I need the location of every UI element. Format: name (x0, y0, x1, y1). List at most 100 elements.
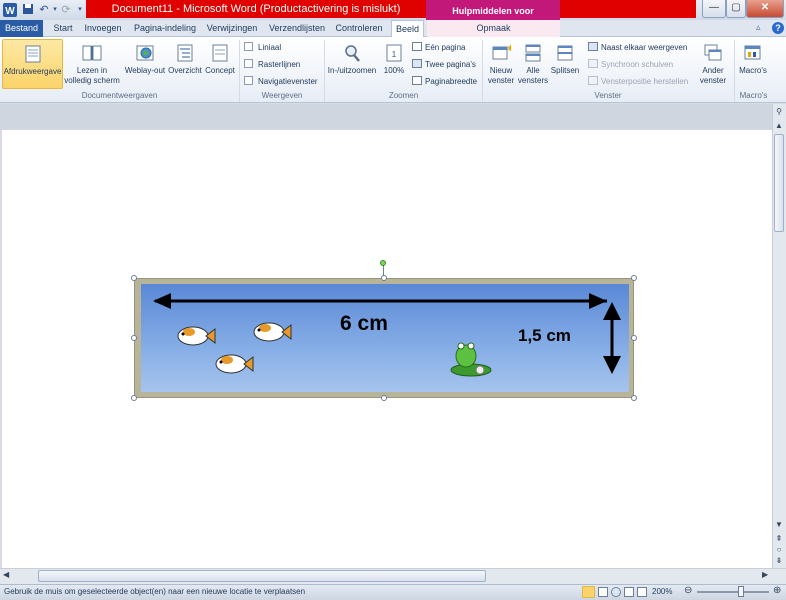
rotate-handle[interactable] (380, 260, 386, 266)
resize-handle-top[interactable] (381, 275, 387, 281)
resize-handle-bottom-left[interactable] (131, 395, 137, 401)
rasterlijnen-label: Rasterlijnen (258, 60, 301, 69)
nieuw-venster-label-2: venster (487, 76, 515, 85)
resize-handle-top-right[interactable] (631, 275, 637, 281)
navigatievenster-checkbox[interactable]: Navigatievenster (244, 76, 318, 87)
zoom-level[interactable]: 200% (652, 587, 672, 596)
minimize-button[interactable]: — (702, 0, 726, 18)
tab-verzendlijsten[interactable]: Verzendlijsten (267, 20, 327, 37)
magnifier-icon (345, 45, 360, 62)
scroll-up-icon[interactable]: ▲ (773, 120, 785, 132)
synchroon-label: Synchroon schuiven (601, 60, 674, 69)
splitsen-button[interactable]: Splitsen (549, 43, 581, 76)
word-logo-icon[interactable]: W (3, 3, 17, 17)
scroll-right-icon[interactable]: ▶ (762, 570, 768, 579)
full-screen-view-icon[interactable] (598, 587, 608, 597)
checkbox-box (244, 59, 253, 68)
weblay-out-label: Weblay-out (124, 66, 166, 75)
print-layout-view-icon[interactable] (582, 586, 595, 598)
svg-text:W: W (5, 6, 15, 17)
paginabreedte-label: Paginabreedte (425, 77, 478, 86)
zoom-out-icon[interactable]: ⊖ (684, 585, 692, 596)
ander-venster-button[interactable]: Ander venster (695, 43, 731, 86)
outline-view-icon[interactable] (624, 587, 634, 597)
tab-pagina-indeling[interactable]: Pagina-indeling (132, 20, 198, 37)
print-layout-icon (25, 45, 40, 63)
alle-vensters-label-2: vensters (517, 76, 549, 85)
splitsen-label: Splitsen (550, 66, 580, 75)
tab-bestand[interactable]: Bestand (0, 20, 43, 37)
lezen-volledig-scherm-button[interactable]: Lezen in volledig scherm (63, 43, 121, 86)
synchroon-schuiven-button[interactable]: Synchroon schuiven (588, 59, 673, 70)
macros-label: Macro's (739, 66, 767, 75)
ribbon-minimize-icon[interactable]: ▵ (756, 22, 761, 33)
liniaal-checkbox[interactable]: Liniaal (244, 42, 281, 53)
overzicht-label: Overzicht (168, 66, 202, 75)
tab-verwijzingen[interactable]: Verwijzingen (204, 20, 260, 37)
help-icon[interactable]: ? (772, 22, 784, 34)
scroll-down-icon[interactable]: ▼ (773, 519, 785, 531)
zoom-in-icon[interactable]: ⊕ (773, 585, 781, 596)
ruler-toggle-icon[interactable]: ⚲ (773, 106, 785, 118)
checkbox-box (244, 76, 253, 85)
concept-button[interactable]: Concept (203, 43, 237, 76)
group-label-weergeven: Weergeven (261, 91, 303, 100)
zoom-slider[interactable] (697, 591, 769, 593)
draft-view-icon[interactable] (637, 587, 647, 597)
afdrukweergave-button[interactable]: Afdrukweergave (2, 39, 63, 89)
status-message: Gebruik de muis om geselecteerde object(… (4, 587, 306, 596)
save-icon[interactable] (21, 3, 35, 17)
in-uitzoomen-button[interactable]: In-/uitzoomen (326, 43, 378, 76)
full-screen-reading-icon (82, 45, 102, 61)
tab-beeld[interactable]: Beeld (391, 20, 424, 38)
redo-icon[interactable]: ⟳ (59, 3, 73, 17)
resize-handle-bottom-right[interactable] (631, 395, 637, 401)
horizontal-scroll-thumb[interactable] (38, 570, 486, 582)
weblay-out-button[interactable]: Weblay-out (124, 43, 166, 76)
resize-handle-bottom[interactable] (381, 395, 387, 401)
tab-controleren[interactable]: Controleren (333, 20, 385, 37)
twee-paginas-button[interactable]: Twee pagina's (412, 59, 476, 70)
naast-elkaar-label: Naast elkaar weergeven (601, 43, 688, 52)
draft-icon (212, 44, 228, 62)
customize-qat-icon[interactable]: ▾ (73, 3, 87, 17)
zoom-slider-thumb[interactable] (738, 586, 744, 597)
tab-invoegen[interactable]: Invoegen (82, 20, 124, 37)
web-layout-icon (136, 45, 154, 61)
length-label: 6 cm (340, 312, 388, 335)
koi-fish-icon (177, 326, 216, 346)
checkbox-box (244, 42, 253, 51)
vensterpositie-herstellen-button[interactable]: Vensterpositie herstellen (588, 76, 688, 87)
group-label-zoomen: Zoomen (388, 91, 419, 100)
resize-handle-left[interactable] (131, 335, 137, 341)
close-button[interactable]: ✕ (746, 0, 784, 18)
navigatievenster-label: Navigatievenster (258, 77, 318, 86)
scroll-left-icon[interactable]: ◀ (3, 570, 9, 579)
resize-handle-top-left[interactable] (131, 275, 137, 281)
macros-icon (744, 45, 761, 60)
next-page-icon[interactable]: ⇟ (773, 555, 785, 567)
resize-handle-right[interactable] (631, 335, 637, 341)
switch-windows-icon (704, 44, 722, 61)
paginabreedte-button[interactable]: Paginabreedte (412, 76, 477, 87)
liniaal-label: Liniaal (258, 43, 282, 52)
web-view-icon[interactable] (611, 587, 621, 597)
frog-icon (450, 342, 492, 377)
side-by-side-icon (588, 42, 598, 51)
een-pagina-button[interactable]: Eén pagina (412, 42, 465, 53)
macros-button[interactable]: Macro's (736, 43, 770, 76)
naast-elkaar-button[interactable]: Naast elkaar weergeven (588, 42, 687, 53)
tab-opmaak[interactable]: Opmaak (427, 20, 560, 37)
overzicht-button[interactable]: Overzicht (168, 43, 202, 76)
window-title: Document11 - Microsoft Word (Productacti… (111, 3, 401, 15)
rasterlijnen-checkbox[interactable]: Rasterlijnen (244, 59, 300, 70)
pond-image[interactable]: 6 cm 1,5 cm (141, 284, 629, 392)
zoom-100-button[interactable]: 1 100% (381, 43, 407, 76)
vertical-scroll-thumb[interactable] (774, 134, 784, 232)
alle-vensters-button[interactable]: Alle vensters (517, 43, 549, 86)
maximize-button[interactable]: ▢ (726, 0, 746, 18)
tab-start[interactable]: Start (49, 20, 77, 37)
nieuw-venster-button[interactable]: ✱ Nieuw venster (485, 43, 517, 86)
group-label-venster: Venster (594, 91, 622, 100)
arrange-all-icon (525, 44, 541, 62)
